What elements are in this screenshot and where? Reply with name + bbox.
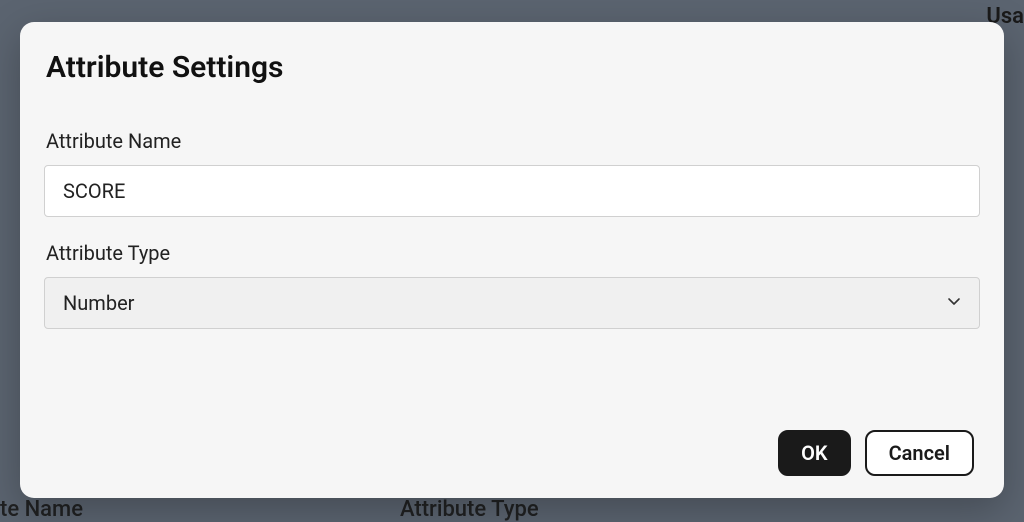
dialog-footer: OK Cancel <box>44 430 980 478</box>
attribute-type-select[interactable]: Number <box>44 277 980 329</box>
attribute-name-input[interactable] <box>44 165 980 217</box>
background-column-header: te Name <box>0 497 83 522</box>
dialog-title: Attribute Settings <box>46 50 980 85</box>
cancel-button[interactable]: Cancel <box>865 430 974 476</box>
attribute-type-label: Attribute Type <box>46 241 980 265</box>
attribute-settings-dialog: Attribute Settings Attribute Name Attrib… <box>20 22 1004 498</box>
background-column-header: Attribute Type <box>400 497 539 522</box>
ok-button[interactable]: OK <box>778 430 850 476</box>
attribute-name-label: Attribute Name <box>46 129 980 153</box>
